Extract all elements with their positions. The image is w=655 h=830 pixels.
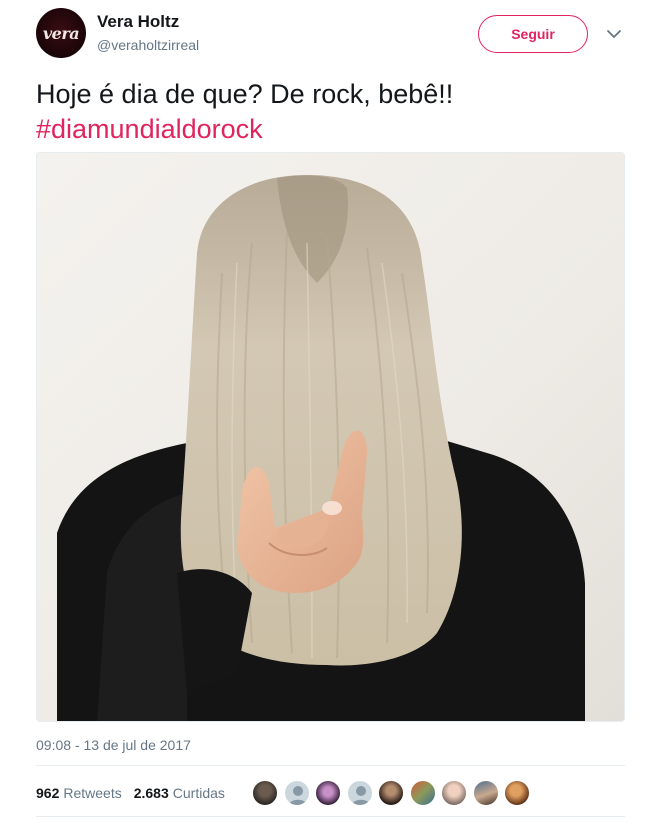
divider: [36, 816, 625, 817]
author-avatar[interactable]: vera: [36, 8, 86, 58]
liker-avatar-default[interactable]: [283, 780, 310, 806]
author-name[interactable]: Vera Holtz: [97, 12, 179, 32]
likes-label: Curtidas: [172, 785, 225, 801]
tweet-body: Hoje é dia de que? De rock, bebê!!: [36, 79, 454, 109]
liker-avatar[interactable]: [315, 780, 341, 806]
liker-avatar[interactable]: [252, 780, 278, 806]
liker-avatar[interactable]: [472, 780, 499, 806]
retweets-count: 962: [36, 785, 60, 801]
hashtag-link[interactable]: #diamundialdorock: [36, 112, 626, 147]
liker-avatar-default[interactable]: [346, 780, 373, 806]
liker-avatar[interactable]: [378, 780, 404, 806]
retweets-label: Retweets: [63, 785, 122, 801]
liker-avatars: [252, 780, 536, 806]
divider: [36, 765, 625, 766]
tweet-photo[interactable]: [36, 152, 625, 722]
likes-stat[interactable]: 2.683 Curtidas: [134, 785, 225, 801]
tweet-stats: 962 Retweets 2.683 Curtidas: [36, 782, 237, 804]
tweet-timestamp[interactable]: 09:08 - 13 de jul de 2017: [36, 737, 191, 753]
avatar-logo: vera: [42, 23, 80, 43]
follow-button[interactable]: Seguir: [478, 15, 588, 53]
chevron-down-icon[interactable]: [604, 26, 624, 42]
likes-count: 2.683: [133, 785, 169, 801]
retweets-stat[interactable]: 962 Retweets: [36, 785, 122, 801]
tweet-text: Hoje é dia de que? De rock, bebê!! #diam…: [36, 77, 626, 147]
liker-avatar[interactable]: [409, 780, 436, 806]
author-handle[interactable]: @veraholtzirreal: [97, 37, 199, 53]
liker-avatar[interactable]: [441, 780, 467, 806]
liker-avatar[interactable]: [504, 780, 530, 806]
